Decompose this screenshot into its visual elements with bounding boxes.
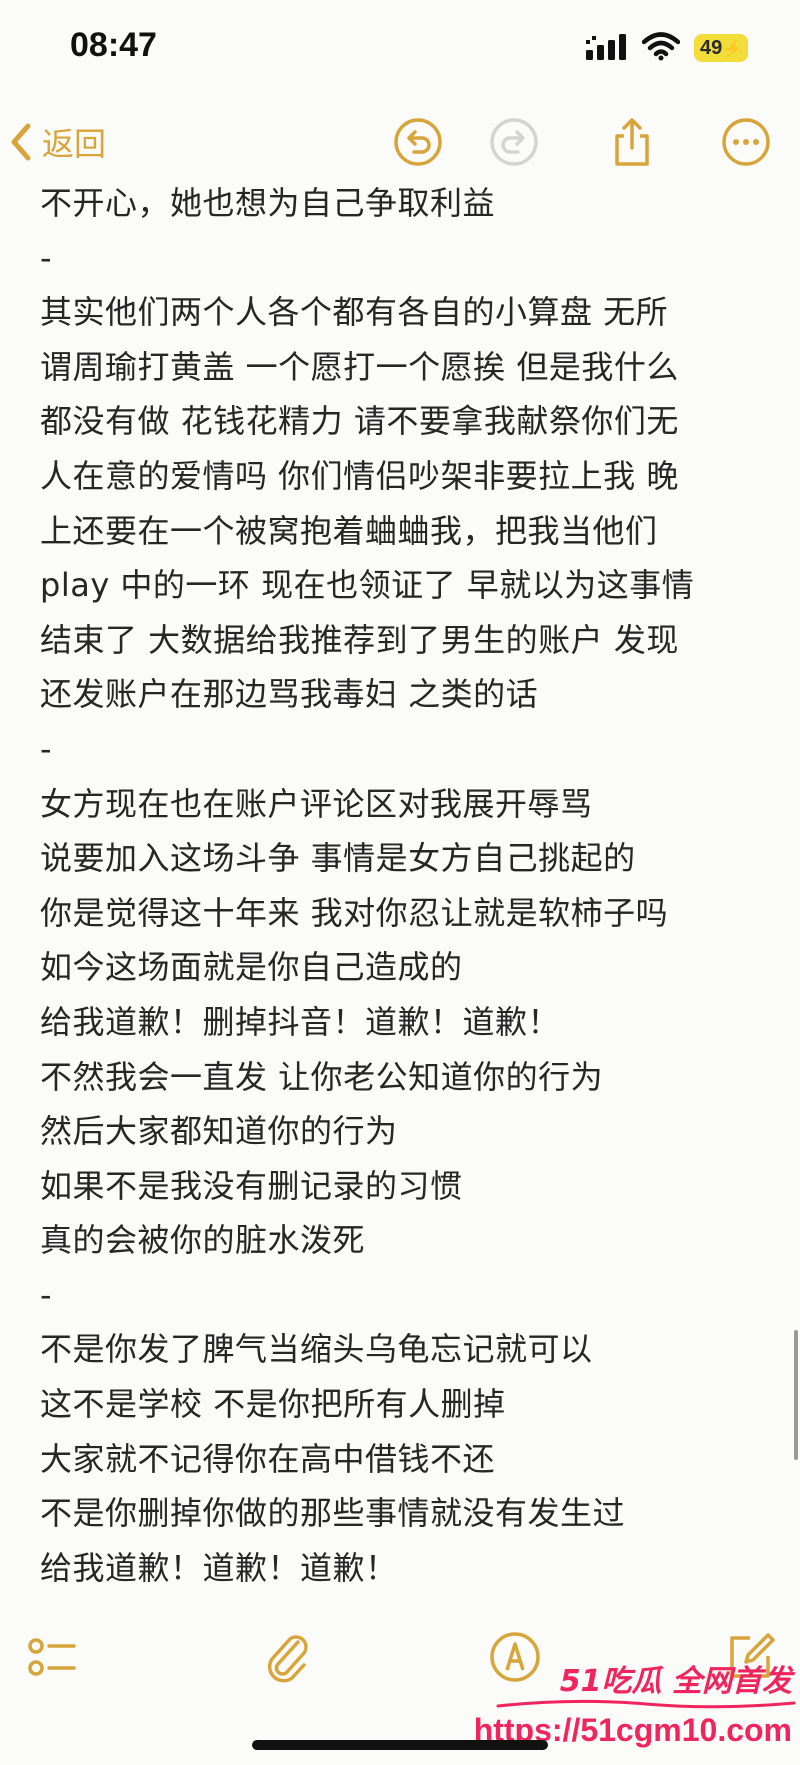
status-time: 08:47 [70,26,157,64]
note-line: 不然我会一直发 让你老公知道你的行为 [40,1057,604,1096]
watermark-title: 51吃瓜 全网首发 [559,1664,792,1699]
note-line: 你是觉得这十年来 我对你忍让就是软柿子吗 [40,893,669,932]
note-line: 人在意的爱情吗 你们情侣吵架非要拉上我 晚 [40,456,679,495]
cellular-signal-icon [586,34,626,60]
note-line: 如今这场面就是你自己造成的 [40,948,463,987]
note-line: 结束了 大数据给我推荐到了男生的账户 发现 [40,620,679,659]
note-line: play 中的一环 现在也领证了 早就以为这事情 [40,566,695,605]
note-line: 给我道歉！删掉抖音！道歉！道歉！ [40,1002,561,1041]
note-line: 不开心，她也想为自己争取利益 [40,184,496,222]
home-indicator[interactable] [252,1740,548,1750]
charging-bolt-icon: ⚡ [722,41,743,58]
redo-icon[interactable] [486,114,542,170]
undo-icon[interactable] [390,114,446,170]
note-separator: - [40,238,53,277]
note-line: 其实他们两个人各个都有各自的小算盘 无所 [40,293,669,332]
note-line: 如果不是我没有删记录的习惯 [40,1166,463,1205]
scroll-indicator[interactable] [794,1330,798,1460]
wifi-icon [642,32,680,61]
note-separator: - [40,1275,53,1314]
battery-charging-icon: 49⚡ [694,34,748,62]
back-button[interactable]: 返回 [6,114,106,170]
notes-screen: 08:47 49⚡ 返回 不开心，她也想为自己争取利益 - 其实他们两个人各个都… [0,0,800,1765]
note-line: 女方现在也在账户评论区对我展开辱骂 [40,784,593,823]
note-line: 都没有做 花钱花精力 请不要拿我献祭你们无 [40,402,679,441]
watermark-brush-stroke [496,1699,796,1709]
note-line: 真的会被你的脏水泼死 [40,1221,366,1260]
note-line: 说要加入这场斗争 事情是女方自己挑起的 [40,839,636,878]
note-line: 这不是学校 不是你把所有人删掉 [40,1385,506,1424]
more-options-icon[interactable] [718,114,774,170]
share-icon[interactable] [604,114,660,170]
navigation-bar: 返回 [0,108,800,176]
note-line: 不是你删掉你做的那些事情就没有发生过 [40,1494,626,1533]
note-line: 上还要在一个被窝抱着蛐蛐我，把我当他们 [40,511,658,550]
note-line: 然后大家都知道你的行为 [40,1112,398,1151]
note-line: 给我道歉！道歉！道歉！ [40,1548,398,1587]
checklist-icon[interactable] [24,1628,82,1686]
battery-level: 49 [700,37,723,59]
back-label: 返回 [42,125,107,163]
note-line: 不是你发了脾气当缩头乌龟忘记就可以 [40,1330,593,1369]
status-bar: 08:47 49⚡ [0,0,800,100]
paperclip-icon[interactable] [258,1628,316,1686]
note-line: 还发账户在那边骂我毒妇 之类的话 [40,675,539,714]
note-line: 谓周瑜打黄盖 一个愿打一个愿挨 但是我什么 [40,347,679,386]
note-separator: - [40,729,53,768]
note-line: 大家就不记得你在高中借钱不还 [40,1439,496,1478]
chevron-left-icon [11,123,31,161]
note-text-area[interactable]: 不开心，她也想为自己争取利益 - 其实他们两个人各个都有各自的小算盘 无所 谓周… [40,176,760,1595]
